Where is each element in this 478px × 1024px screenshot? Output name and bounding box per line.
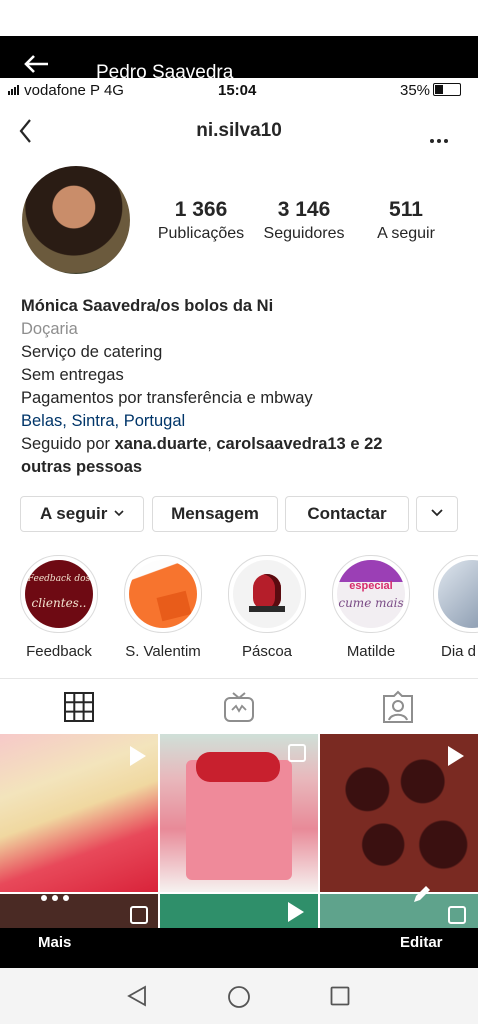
followed-by-others: outras pessoas (21, 458, 143, 476)
location-link[interactable]: Belas, Sintra, Portugal (21, 410, 461, 433)
follower-name: xana.duarte (114, 435, 208, 453)
igtv-icon[interactable] (222, 690, 256, 724)
edit-button[interactable]: Editar (400, 934, 443, 951)
multi-photo-icon (130, 906, 148, 924)
highlight-cover (233, 560, 301, 628)
messenger-header: Pedro Saavedra (0, 36, 478, 83)
followed-by-suffix: e 22 (345, 435, 383, 453)
post-thumbnail[interactable] (160, 734, 318, 892)
stat-followers-label: Seguidores (263, 225, 345, 242)
highlight-cover (129, 560, 197, 628)
chevron-down-icon (431, 509, 443, 517)
stat-following-value: 511 (389, 198, 423, 221)
followed-by-prefix: Seguido por (21, 435, 115, 453)
highlight-label: Matilde (346, 643, 396, 660)
bio-line: Sem entregas (21, 366, 124, 384)
battery: 35% (400, 82, 462, 99)
battery-percent: 35% (400, 82, 431, 99)
tabs-divider (0, 678, 478, 679)
highlight-cover: especial cume mais (337, 560, 405, 628)
post-thumbnail[interactable] (320, 894, 478, 928)
highlight-feedback[interactable]: Feedback dos clientes.. Feedback (17, 555, 101, 660)
cover-text: clientes.. (31, 596, 87, 610)
carrier-label: vodafone P 4G (24, 82, 124, 99)
stat-posts-value: 1 366 (174, 198, 228, 221)
nav-home-icon[interactable] (227, 985, 251, 1009)
back-arrow-icon[interactable] (22, 54, 50, 74)
bio-line: Serviço de catering (21, 343, 163, 361)
post-thumbnail[interactable] (0, 894, 158, 928)
profile-avatar[interactable] (22, 166, 130, 274)
category-label: Doçaria (21, 320, 78, 338)
nav-recents-icon[interactable] (330, 986, 350, 1006)
highlight-pascoa[interactable]: Páscoa (225, 555, 309, 660)
bio-line: Pagamentos por transferência e mbway (21, 389, 313, 407)
highlight-label: Feedback (26, 643, 92, 660)
followed-by-separator: , (207, 435, 217, 453)
stat-posts-label: Publicações (157, 225, 245, 242)
highlight-matilde[interactable]: especial cume mais Matilde (329, 555, 413, 660)
signal-icon (8, 82, 20, 99)
highlight-cover: Feedback dos clientes.. (25, 560, 93, 628)
post-thumbnail[interactable] (160, 894, 318, 928)
cover-text: especial (349, 580, 393, 592)
following-button-label: A seguir (39, 504, 108, 523)
status-bar: vodafone P 4G 15:04 35% (0, 78, 478, 104)
posts-grid (0, 734, 478, 928)
grid-icon[interactable] (62, 690, 96, 724)
multi-photo-icon (288, 744, 306, 762)
contact-button[interactable]: Contactar (285, 496, 409, 532)
stat-following-label: A seguir (377, 225, 435, 242)
post-thumbnail[interactable] (320, 734, 478, 892)
cover-text: Feedback dos (27, 574, 91, 584)
stat-following[interactable]: 511 A seguir (364, 198, 448, 243)
video-icon (448, 746, 464, 766)
followed-by[interactable]: Seguido por xana.duarte, carolsaavedra13… (21, 433, 461, 456)
cover-text: cume mais (338, 596, 404, 610)
stat-posts[interactable]: 1 366 Publicações (148, 198, 254, 243)
profile-nav-bar: ni.silva10 (0, 114, 478, 150)
more-options-icon[interactable] (430, 130, 451, 148)
more-dots-icon[interactable] (40, 894, 70, 902)
multi-photo-icon (448, 906, 466, 924)
highlight-label: Páscoa (241, 643, 293, 660)
following-button[interactable]: A seguir (20, 496, 144, 532)
message-button[interactable]: Mensagem (152, 496, 278, 532)
viewer-bottom-bar: Mais Editar (0, 886, 478, 968)
status-time: 15:04 (218, 82, 257, 99)
more-button[interactable]: Mais (38, 934, 71, 951)
highlight-label: Dia d (441, 643, 477, 660)
stat-followers-value: 3 146 (277, 198, 331, 221)
pencil-icon[interactable] (410, 884, 432, 906)
video-icon (130, 746, 146, 766)
highlight-label: S. Valentim (125, 643, 201, 660)
suggestions-button[interactable] (416, 496, 458, 532)
full-name: Mónica Saavedra/os bolos da Ni (21, 297, 274, 315)
nav-back-icon[interactable] (126, 985, 148, 1007)
highlight-s-valentim[interactable]: S. Valentim (121, 555, 205, 660)
profile-username: ni.silva10 (196, 120, 282, 141)
video-icon (288, 902, 304, 922)
tagged-icon[interactable] (381, 690, 415, 724)
top-margin (0, 0, 478, 36)
follower-name: carolsaavedra13 (216, 435, 346, 453)
chevron-down-icon (114, 510, 124, 517)
profile-bio: Mónica Saavedra/os bolos da Ni Doçaria S… (21, 295, 461, 479)
shared-screenshot: vodafone P 4G 15:04 35% ni.silva10 1 366… (0, 78, 478, 928)
battery-icon (433, 83, 462, 96)
system-nav-bar (0, 968, 478, 1024)
highlight-cover (438, 560, 478, 628)
post-thumbnail[interactable] (0, 734, 158, 892)
stat-followers[interactable]: 3 146 Seguidores (254, 198, 354, 243)
carrier: vodafone P 4G (8, 82, 124, 99)
highlight-dia[interactable]: Dia d (433, 555, 478, 660)
